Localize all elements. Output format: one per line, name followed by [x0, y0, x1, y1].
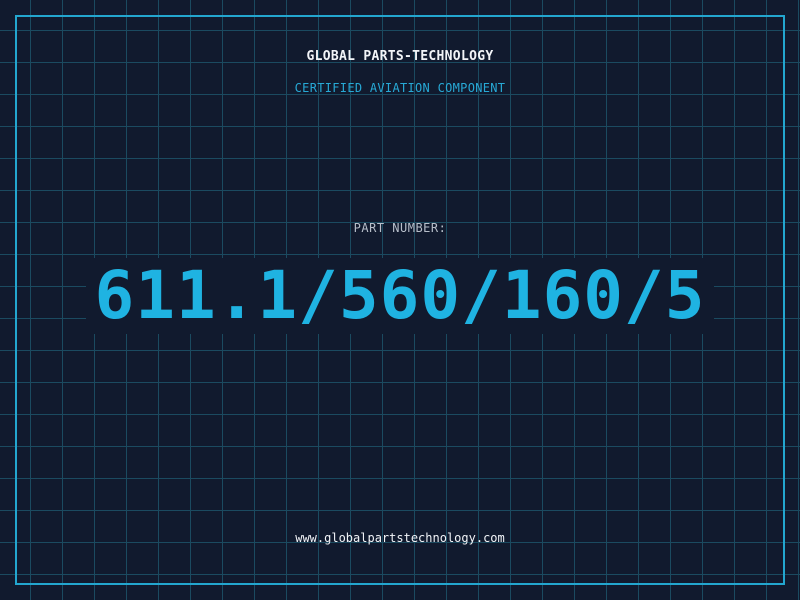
part-number-value: 611.1/560/160/5 [86, 258, 714, 334]
certification-subtitle: CERTIFIED AVIATION COMPONENT [294, 81, 506, 95]
part-number-container: 611.1/560/160/5 [0, 258, 800, 334]
part-number-label: PART NUMBER: [353, 221, 447, 235]
website-url: www.globalpartstechnology.com [295, 531, 505, 545]
company-name: GLOBAL PARTS-TECHNOLOGY [306, 49, 494, 64]
label-card: GLOBAL PARTS-TECHNOLOGY CERTIFIED AVIATI… [0, 0, 800, 600]
